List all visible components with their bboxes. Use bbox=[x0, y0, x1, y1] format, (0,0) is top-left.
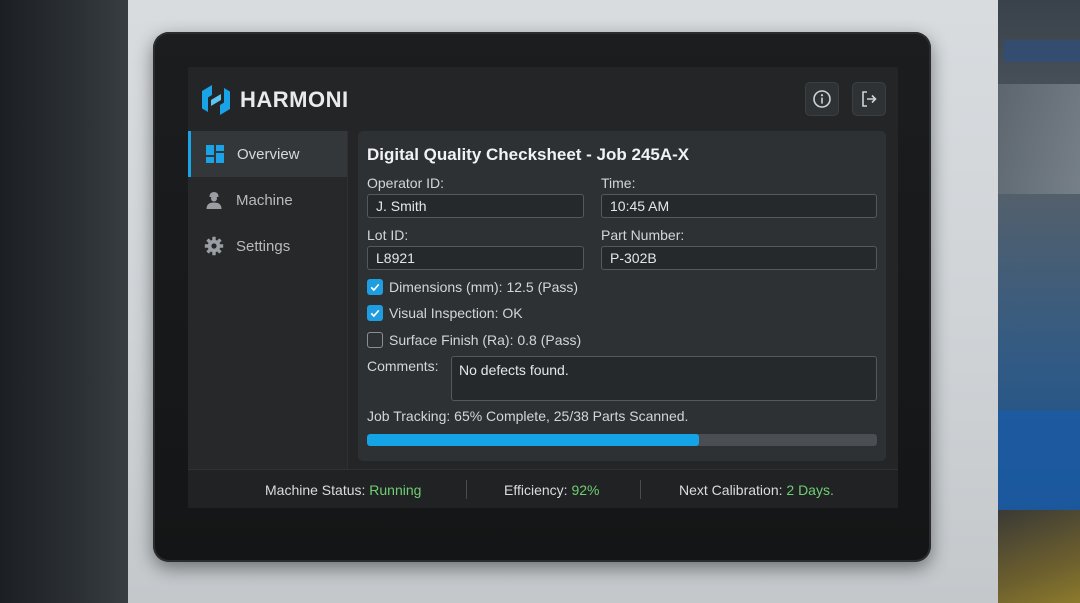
background-left bbox=[0, 0, 135, 603]
check-label: Dimensions (mm): 12.5 (Pass) bbox=[389, 279, 579, 295]
lot-id-field[interactable]: L8921 bbox=[367, 246, 584, 270]
comments-label: Comments: bbox=[367, 358, 439, 374]
machine-status-label: Machine Status: bbox=[265, 482, 370, 498]
checkbox-checked[interactable] bbox=[367, 305, 383, 321]
check-dimensions[interactable]: Dimensions (mm): 12.5 (Pass) bbox=[367, 277, 578, 297]
calibration-value: 2 Days. bbox=[786, 482, 834, 498]
checksheet-card: Digital Quality Checksheet - Job 245A-X … bbox=[358, 131, 886, 461]
checkbox-checked[interactable] bbox=[367, 279, 383, 295]
lot-id-label: Lot ID: bbox=[367, 227, 409, 243]
checksheet-title: Digital Quality Checksheet - Job 245A-X bbox=[367, 145, 690, 164]
machine-status: Machine Status: Running bbox=[265, 482, 421, 498]
brand-logo: HARMONI bbox=[198, 81, 349, 119]
check-label: Surface Finish (Ra): 0.8 (Pass) bbox=[389, 332, 582, 348]
sidebar-item-label: Machine bbox=[236, 191, 293, 209]
gear-icon bbox=[204, 236, 224, 256]
efficiency-status: Efficiency: 92% bbox=[504, 482, 599, 498]
time-label: Time: bbox=[601, 175, 636, 191]
sidebar-item-overview[interactable]: Overview bbox=[188, 131, 347, 177]
status-divider bbox=[466, 480, 467, 499]
job-progress-bar bbox=[367, 434, 877, 446]
operator-person-icon bbox=[206, 192, 222, 209]
app-header: HARMONI bbox=[188, 67, 898, 131]
part-number-field[interactable]: P-302B bbox=[601, 246, 877, 270]
sidebar: Overview Machine Settings bbox=[188, 131, 348, 469]
calibration-label: Next Calibration: bbox=[679, 482, 787, 498]
check-surface-finish[interactable]: Surface Finish (Ra): 0.8 (Pass) bbox=[367, 330, 581, 350]
sidebar-item-machine[interactable]: Machine bbox=[188, 177, 347, 223]
checkmark-icon bbox=[370, 309, 380, 318]
checkbox-unchecked[interactable] bbox=[367, 332, 383, 348]
time-field[interactable]: 10:45 AM bbox=[601, 194, 877, 218]
efficiency-value: 92% bbox=[571, 482, 600, 498]
sidebar-item-label: Overview bbox=[237, 145, 300, 163]
job-progress-fill bbox=[367, 434, 699, 446]
check-label: Visual Inspection: OK bbox=[389, 305, 523, 321]
info-button[interactable] bbox=[805, 82, 839, 116]
logout-button[interactable] bbox=[852, 82, 886, 116]
job-tracking-text: Job Tracking: 65% Complete, 25/38 Parts … bbox=[367, 408, 689, 424]
info-circle-icon bbox=[813, 90, 831, 108]
check-visual-inspection[interactable]: Visual Inspection: OK bbox=[367, 303, 523, 323]
dashboard-grid-icon bbox=[206, 145, 224, 163]
logout-icon bbox=[862, 91, 877, 107]
harmoni-logo-icon bbox=[202, 85, 230, 115]
status-bar: Machine Status: Running Efficiency: 92% … bbox=[188, 469, 898, 508]
status-divider bbox=[640, 480, 641, 499]
efficiency-label: Efficiency: bbox=[504, 482, 572, 498]
calibration-status: Next Calibration: 2 Days. bbox=[679, 482, 834, 498]
operator-id-field[interactable]: J. Smith bbox=[367, 194, 584, 218]
background-factory bbox=[998, 0, 1080, 603]
hmi-screen: HARMONI Overview Machine Settings Digita… bbox=[188, 67, 898, 508]
brand-name: HARMONI bbox=[240, 87, 349, 112]
sidebar-item-label: Settings bbox=[236, 237, 291, 255]
operator-id-label: Operator ID: bbox=[367, 175, 445, 191]
machine-status-value: Running bbox=[369, 482, 422, 498]
sidebar-item-settings[interactable]: Settings bbox=[188, 223, 347, 269]
comments-textarea[interactable]: No defects found. bbox=[451, 356, 877, 401]
part-number-label: Part Number: bbox=[601, 227, 685, 243]
checkmark-icon bbox=[370, 283, 380, 292]
